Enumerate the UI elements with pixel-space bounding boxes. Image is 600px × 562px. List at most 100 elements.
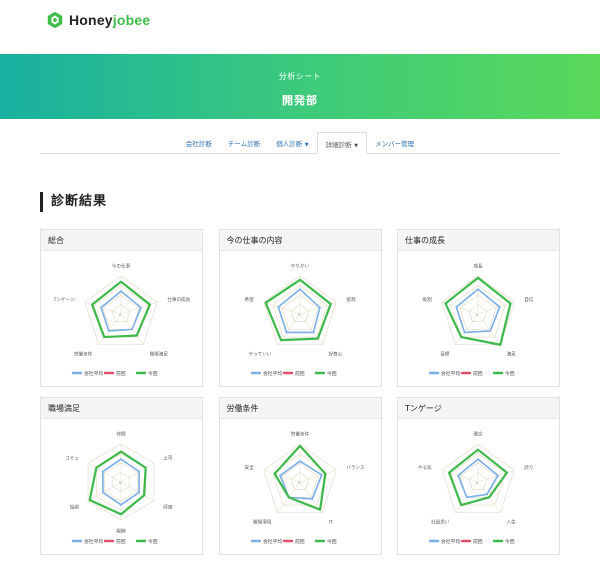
data-point xyxy=(323,472,326,475)
data-point xyxy=(273,472,276,475)
data-point xyxy=(276,306,279,308)
axis-label: 職場満足 xyxy=(150,350,169,357)
data-point xyxy=(506,471,508,474)
legend-label: 会社平均 xyxy=(263,538,282,545)
tab-3[interactable]: 詳細診断 ▼ xyxy=(316,132,368,154)
data-point xyxy=(120,280,122,283)
axis-label: IT xyxy=(328,519,332,525)
radar-chart: 0 労働条件バランス IT 職場環境 安全会社平均 前回 今回 xyxy=(244,430,365,545)
radar-chart: 0 仲間上司評価報酬 協調 コミュ会社平均 前回 今回 xyxy=(65,430,173,545)
data-point xyxy=(465,496,468,499)
axis-label: コミュ xyxy=(65,456,79,462)
data-point xyxy=(312,331,314,334)
data-point xyxy=(498,306,501,308)
legend-label: 会社平均 xyxy=(84,370,103,377)
chart-title: 総合 xyxy=(41,230,202,251)
data-point xyxy=(329,303,332,305)
axis-label: やっていい xyxy=(248,350,271,357)
axis-label: 成長 xyxy=(473,262,483,269)
tab-label: 会社診断 xyxy=(185,140,212,148)
legend-label: 会社平均 xyxy=(84,538,103,545)
top-bar: Honeyjobee xyxy=(0,0,600,52)
chart-title: 職場満足 xyxy=(41,398,202,419)
data-point xyxy=(264,301,267,304)
legend-label: 前回 xyxy=(116,370,126,377)
data-point xyxy=(509,302,512,305)
axis-label: 好奇心 xyxy=(328,350,342,357)
data-point xyxy=(455,306,458,308)
legend-label: 会社平均 xyxy=(441,370,460,377)
data-point xyxy=(499,343,502,346)
data-point xyxy=(285,331,287,334)
center-tick: 0 xyxy=(476,313,478,317)
axis-label: 仕事の成長 xyxy=(167,296,190,303)
chart-card: 職場満足 0 仲間 上司 評価 報酬 協調 コミュ 会社平均 前回 今回 xyxy=(40,397,203,555)
center-tick: 0 xyxy=(298,313,300,317)
axis-label: 人生 xyxy=(507,518,517,525)
chart-card: 今の仕事の内容 0 やりがい 役割 好奇心 やっていい 希望 会社平均 前回 今回 xyxy=(218,229,382,387)
tab-1[interactable]: チーム診断 xyxy=(220,132,268,154)
nav-tabs: 会社診断 チーム診断 個人診断 ▼ 詳細診断 ▼ メンバー管理 xyxy=(40,132,560,154)
axis-label: 評価 xyxy=(163,503,173,510)
data-point xyxy=(100,306,103,309)
data-point xyxy=(477,288,479,291)
data-point xyxy=(120,450,122,453)
tab-4[interactable]: メンバー管理 xyxy=(367,132,422,154)
data-point xyxy=(460,504,463,506)
data-point xyxy=(320,474,323,476)
center-tick: 0 xyxy=(476,481,478,485)
axis-label: 役割 xyxy=(346,296,356,303)
data-point xyxy=(139,306,142,309)
brand-logo[interactable]: Honeyjobee xyxy=(46,11,150,29)
axis-label: 理念 xyxy=(473,430,483,437)
data-point xyxy=(120,503,122,506)
data-point xyxy=(102,491,104,494)
caret-down-icon: ▼ xyxy=(352,143,359,149)
legend-label: 会社平均 xyxy=(441,538,460,545)
banner-title: 開発部 xyxy=(282,94,318,107)
data-point xyxy=(120,458,122,461)
data-point xyxy=(298,445,301,447)
axis-label: 労働条件 xyxy=(74,350,93,357)
axis-label: 目標 xyxy=(440,350,450,357)
data-point xyxy=(489,330,492,332)
axis-label: 職場環境 xyxy=(253,518,272,525)
legend-label: 前回 xyxy=(473,538,483,545)
tab-label: メンバー管理 xyxy=(375,140,415,148)
axis-label: 役割 xyxy=(423,296,433,303)
data-point xyxy=(144,466,147,469)
legend-label: 前回 xyxy=(116,538,126,545)
data-point xyxy=(138,470,140,473)
data-point xyxy=(486,493,488,496)
data-point xyxy=(102,470,104,473)
data-point xyxy=(287,496,290,499)
data-point xyxy=(149,303,151,306)
axis-label: バランス xyxy=(346,465,365,471)
legend-label: 前回 xyxy=(295,370,305,377)
data-point xyxy=(138,491,140,494)
data-point xyxy=(477,277,479,279)
page-banner: 分析シート 開発部 xyxy=(0,54,600,119)
honeycomb-logo-icon xyxy=(47,11,63,29)
axis-label: やりがい xyxy=(290,262,309,269)
radar-chart: 0 やりがい役割好奇心 やっていい 希望会社平均 前回 今回 xyxy=(244,262,356,377)
data-point xyxy=(460,336,463,338)
axis-label: 誇り xyxy=(524,464,533,471)
axis-label: 報酬 xyxy=(116,528,126,535)
center-tick: 0 xyxy=(119,481,121,485)
banner-subtitle: 分析シート xyxy=(278,72,322,81)
axis-label: 上司 xyxy=(163,455,173,462)
data-point xyxy=(477,448,479,451)
data-point xyxy=(107,330,110,332)
legend-label: 今回 xyxy=(505,538,515,545)
tab-2[interactable]: 個人診断 ▼ xyxy=(268,132,316,154)
tab-0[interactable]: 会社診断 xyxy=(178,132,220,154)
axis-label: 社員思い xyxy=(431,518,450,525)
center-tick: 0 xyxy=(119,313,121,317)
data-point xyxy=(91,303,93,306)
data-point xyxy=(131,328,134,331)
data-point xyxy=(444,302,447,305)
legend-label: 前回 xyxy=(473,370,483,377)
brand-name: Honeyjobee xyxy=(69,12,151,28)
data-point xyxy=(318,508,321,511)
